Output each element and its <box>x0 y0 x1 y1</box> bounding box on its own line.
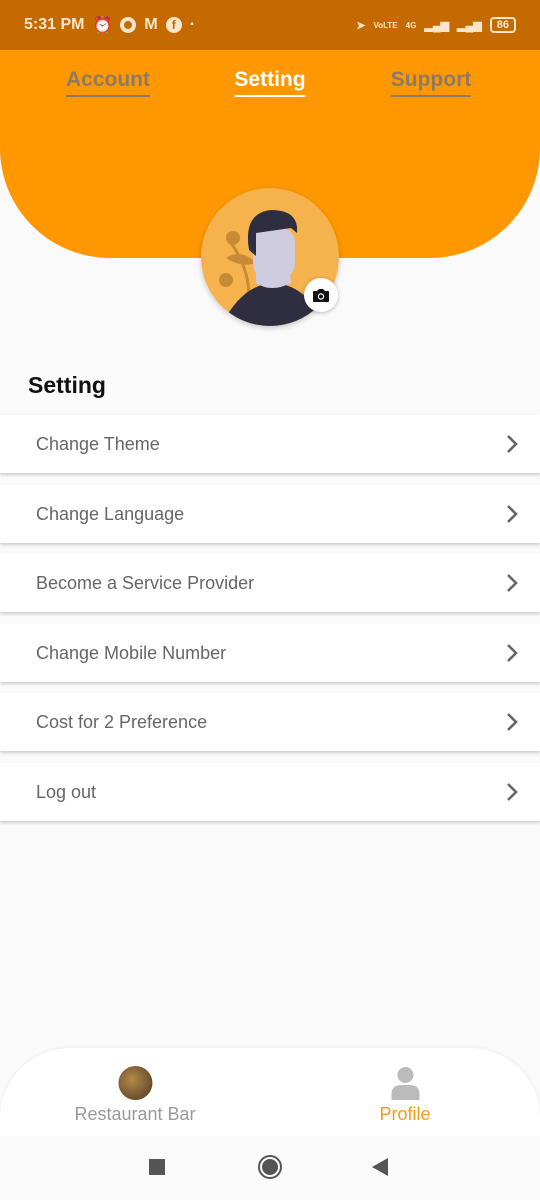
camera-icon <box>313 288 329 302</box>
signal-icon: ▂▄▆ <box>424 19 450 32</box>
menu-item-change-language[interactable]: Change Language <box>0 485 540 543</box>
facebook-icon: f <box>165 17 182 33</box>
nav-profile[interactable]: Profile <box>379 1066 431 1125</box>
alarm-icon: ⏰ <box>92 17 113 34</box>
person-icon <box>391 1067 419 1100</box>
status-time: 5:31 PM <box>24 16 85 33</box>
tab-setting[interactable]: Setting <box>234 68 306 97</box>
chevron-right-icon <box>507 644 518 662</box>
nav-label: Profile <box>379 1104 431 1124</box>
menu-item-change-theme[interactable]: Change Theme <box>0 415 540 473</box>
home-button[interactable] <box>258 1155 282 1179</box>
menu-item-log-out[interactable]: Log out <box>0 763 540 821</box>
menu-item-become-service-provider[interactable]: Become a Service Provider <box>0 554 540 612</box>
top-tabs: Account Setting Support <box>0 68 540 100</box>
menu-item-label: Change Theme <box>36 433 160 454</box>
restaurant-thumbnail <box>118 1066 152 1100</box>
section-title: Setting <box>28 372 106 398</box>
network-type: 4G <box>405 20 417 30</box>
chevron-right-icon <box>507 505 518 523</box>
back-button[interactable] <box>372 1158 388 1176</box>
location-icon: ➤ <box>356 19 366 32</box>
menu-item-label: Log out <box>36 781 97 802</box>
chevron-right-icon <box>507 783 518 801</box>
bottom-navigation: Restaurant Bar Profile <box>0 1048 540 1136</box>
menu-item-label: Cost for 2 Preference <box>36 711 208 732</box>
chevron-right-icon <box>507 713 518 731</box>
menu-item-label: Change Mobile Number <box>36 642 227 663</box>
tab-account[interactable]: Account <box>66 68 150 97</box>
chevron-right-icon <box>507 435 518 453</box>
dot-icon: · <box>189 16 196 33</box>
gmail-icon: M <box>144 16 158 33</box>
nav-label: Restaurant Bar <box>74 1104 196 1124</box>
menu-item-cost-for-2-preference[interactable]: Cost for 2 Preference <box>0 693 540 751</box>
status-bar: 5:31 PM ⏰ M f · ➤ VoLTE 4G ▂▄▆ ▂▄▆ 86 <box>0 0 540 50</box>
menu-item-change-mobile-number[interactable]: Change Mobile Number <box>0 624 540 682</box>
menu-item-label: Change Language <box>36 503 185 524</box>
battery-icon: 86 <box>489 17 516 33</box>
recent-apps-button[interactable] <box>149 1159 165 1175</box>
signal-icon-2: ▂▄▆ <box>457 19 482 32</box>
volte-icon: VoLTE <box>373 20 398 30</box>
nav-restaurant-bar[interactable]: Restaurant Bar <box>74 1066 196 1125</box>
menu-item-label: Become a Service Provider <box>36 572 255 593</box>
change-photo-button[interactable] <box>304 278 338 312</box>
ring-icon <box>120 17 137 33</box>
system-navigation-bar <box>0 1136 540 1200</box>
tab-support[interactable]: Support <box>390 68 472 97</box>
chevron-right-icon <box>507 574 518 592</box>
